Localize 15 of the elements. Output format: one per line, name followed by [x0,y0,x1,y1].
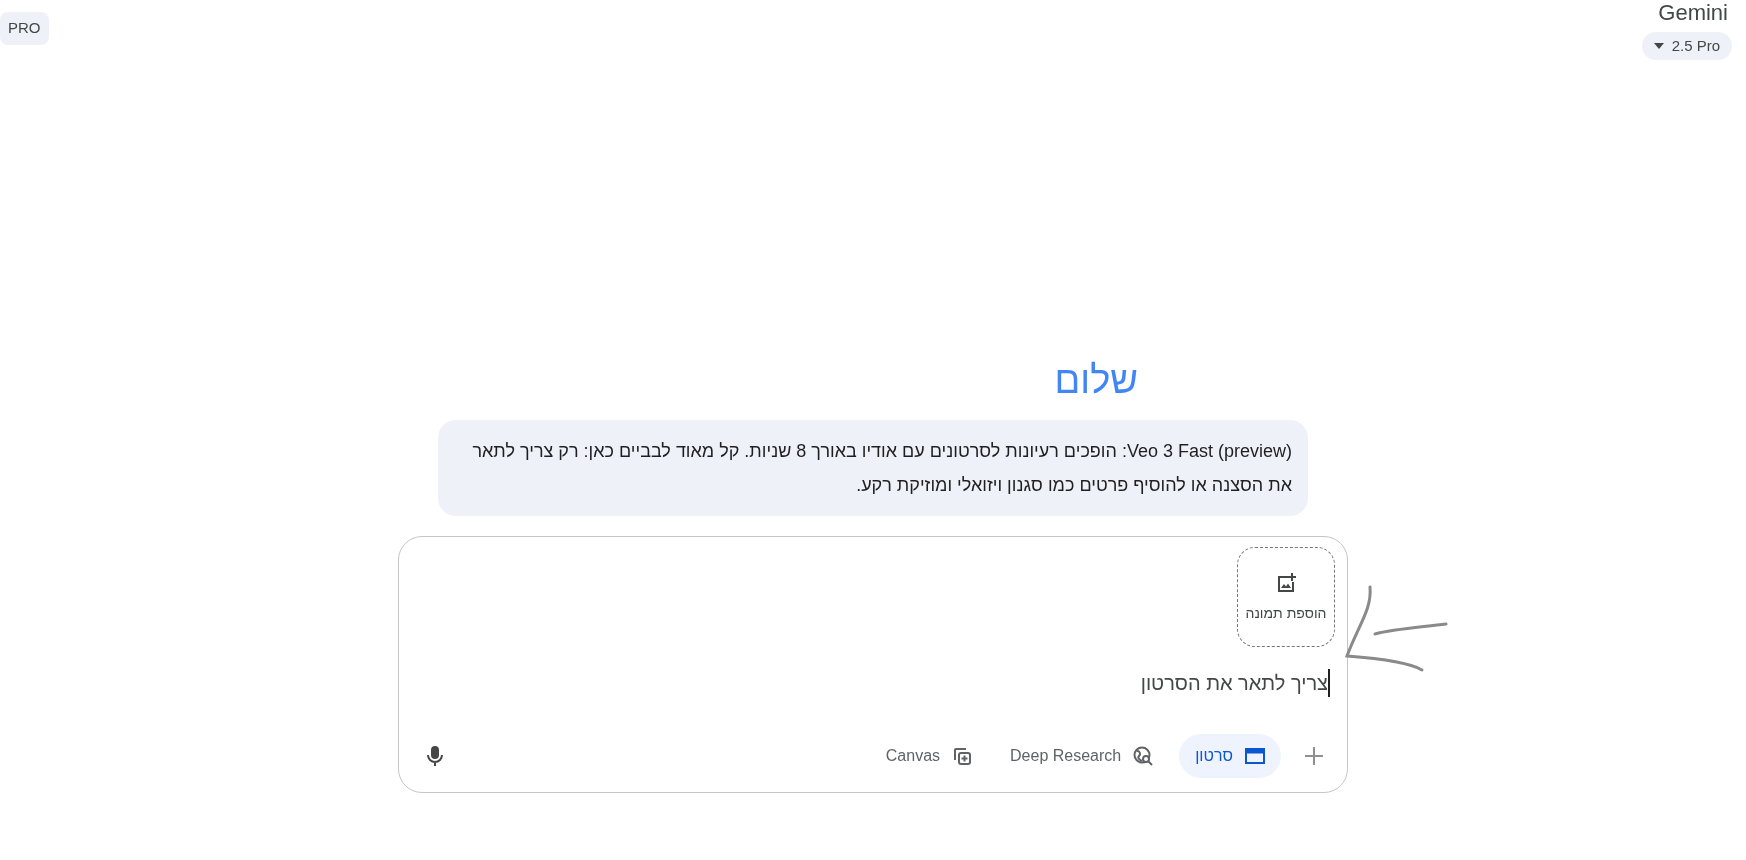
dropdown-icon [1653,43,1664,49]
tool-chip[interactable]: Canvas [873,734,985,778]
greeting: שלום [1054,358,1138,402]
add-image-button[interactable]: הוספת תמונה [1237,547,1335,647]
model-picker[interactable]: 2.5 Pro [1641,32,1732,60]
plan-badge: PRO [0,12,49,45]
prompt-input[interactable]: צריך לתאר את הסרטון [630,669,1330,697]
tip-bubble: Veo 3 Fast (preview): הופכים רעיונות לסרטונים עם אודיו באורך 8 שניות. קל מאוד לבביים כאן: רק צריך לתאר את הסצנה או להוסיף פרטים כמו סגנון ויזואלי ומוזיקת רקע. [438,420,1308,516]
tool-chip[interactable]: סרטון [1179,734,1281,778]
add-icon[interactable] [1303,745,1325,767]
app-name: Gemini [1658,0,1729,26]
microphone-icon[interactable] [427,745,443,767]
globe-search-icon [1133,746,1154,766]
canvas-icon [952,746,973,766]
tool-chip[interactable]: Deep Research [998,734,1166,778]
